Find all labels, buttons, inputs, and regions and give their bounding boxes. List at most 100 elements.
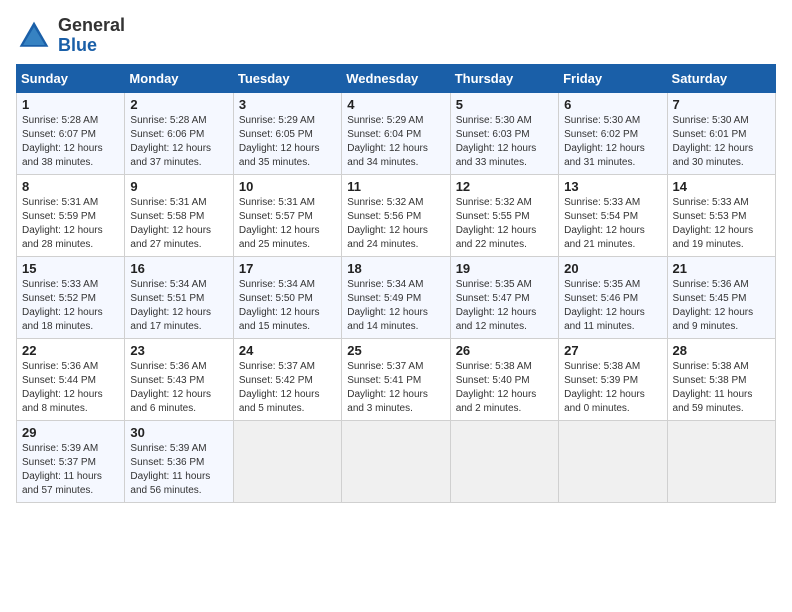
- calendar-cell: 21 Sunrise: 5:36 AMSunset: 5:45 PMDayligh…: [667, 256, 775, 338]
- calendar-cell: 16 Sunrise: 5:34 AMSunset: 5:51 PMDayligh…: [125, 256, 233, 338]
- day-info: Sunrise: 5:31 AMSunset: 5:58 PMDaylight:…: [130, 197, 211, 250]
- day-number: 6: [564, 97, 661, 112]
- calendar-cell: [667, 420, 775, 502]
- weekday-header-friday: Friday: [559, 64, 667, 92]
- day-info: Sunrise: 5:37 AMSunset: 5:42 PMDaylight:…: [239, 361, 320, 414]
- calendar-cell: 22 Sunrise: 5:36 AMSunset: 5:44 PMDayligh…: [17, 338, 125, 420]
- day-info: Sunrise: 5:34 AMSunset: 5:49 PMDaylight:…: [347, 279, 428, 332]
- calendar-cell: 23Sunrise: 5:36 AMSunset: 5:43 PMDayligh…: [125, 338, 233, 420]
- day-number: 15: [22, 261, 119, 276]
- calendar-cell: 25 Sunrise: 5:37 AMSunset: 5:41 PMDayligh…: [342, 338, 450, 420]
- calendar-cell: 10 Sunrise: 5:31 AMSunset: 5:57 PMDayligh…: [233, 174, 341, 256]
- day-info: Sunrise: 5:37 AMSunset: 5:41 PMDaylight:…: [347, 361, 428, 414]
- calendar-cell: 24 Sunrise: 5:37 AMSunset: 5:42 PMDayligh…: [233, 338, 341, 420]
- calendar-cell: 29 Sunrise: 5:39 AMSunset: 5:37 PMDayligh…: [17, 420, 125, 502]
- day-number: 4: [347, 97, 444, 112]
- logo-blue: Blue: [58, 36, 125, 56]
- day-number: 19: [456, 261, 553, 276]
- day-number: 16: [130, 261, 227, 276]
- day-number: 17: [239, 261, 336, 276]
- day-info: Sunrise: 5:38 AMSunset: 5:40 PMDaylight:…: [456, 361, 537, 414]
- day-info: Sunrise: 5:38 AMSunset: 5:39 PMDaylight:…: [564, 361, 645, 414]
- day-number: 24: [239, 343, 336, 358]
- calendar-cell: 2 Sunrise: 5:28 AMSunset: 6:06 PMDaylight…: [125, 92, 233, 174]
- day-number: 5: [456, 97, 553, 112]
- day-info: Sunrise: 5:35 AMSunset: 5:46 PMDaylight:…: [564, 279, 645, 332]
- day-info: Sunrise: 5:29 AMSunset: 6:04 PMDaylight:…: [347, 115, 428, 168]
- day-number: 23: [130, 343, 227, 358]
- day-info: Sunrise: 5:33 AMSunset: 5:52 PMDaylight:…: [22, 279, 103, 332]
- day-info: Sunrise: 5:32 AMSunset: 5:56 PMDaylight:…: [347, 197, 428, 250]
- calendar-cell: [342, 420, 450, 502]
- day-number: 21: [673, 261, 770, 276]
- calendar-cell: 6 Sunrise: 5:30 AMSunset: 6:02 PMDaylight…: [559, 92, 667, 174]
- calendar-cell: 15 Sunrise: 5:33 AMSunset: 5:52 PMDayligh…: [17, 256, 125, 338]
- day-info: Sunrise: 5:30 AMSunset: 6:01 PMDaylight:…: [673, 115, 754, 168]
- calendar-cell: 14 Sunrise: 5:33 AMSunset: 5:53 PMDayligh…: [667, 174, 775, 256]
- day-info: Sunrise: 5:29 AMSunset: 6:05 PMDaylight:…: [239, 115, 320, 168]
- day-number: 28: [673, 343, 770, 358]
- day-number: 7: [673, 97, 770, 112]
- day-info: Sunrise: 5:36 AMSunset: 5:44 PMDaylight:…: [22, 361, 103, 414]
- calendar-cell: [233, 420, 341, 502]
- calendar-cell: 28 Sunrise: 5:38 AMSunset: 5:38 PMDayligh…: [667, 338, 775, 420]
- calendar-cell: 8 Sunrise: 5:31 AMSunset: 5:59 PMDaylight…: [17, 174, 125, 256]
- calendar-week-3: 15 Sunrise: 5:33 AMSunset: 5:52 PMDayligh…: [17, 256, 776, 338]
- day-number: 20: [564, 261, 661, 276]
- weekday-header-saturday: Saturday: [667, 64, 775, 92]
- calendar-week-1: 1Sunrise: 5:28 AMSunset: 6:07 PMDaylight…: [17, 92, 776, 174]
- calendar-cell: 20 Sunrise: 5:35 AMSunset: 5:46 PMDayligh…: [559, 256, 667, 338]
- calendar-cell: 17Sunrise: 5:34 AMSunset: 5:50 PMDayligh…: [233, 256, 341, 338]
- calendar-week-5: 29 Sunrise: 5:39 AMSunset: 5:37 PMDayligh…: [17, 420, 776, 502]
- calendar-cell: 9 Sunrise: 5:31 AMSunset: 5:58 PMDaylight…: [125, 174, 233, 256]
- day-info: Sunrise: 5:39 AMSunset: 5:37 PMDaylight:…: [22, 443, 102, 496]
- weekday-header-thursday: Thursday: [450, 64, 558, 92]
- calendar-cell: 1Sunrise: 5:28 AMSunset: 6:07 PMDaylight…: [17, 92, 125, 174]
- day-number: 14: [673, 179, 770, 194]
- calendar-cell: 12Sunrise: 5:32 AMSunset: 5:55 PMDayligh…: [450, 174, 558, 256]
- day-number: 25: [347, 343, 444, 358]
- day-number: 8: [22, 179, 119, 194]
- calendar-cell: 7 Sunrise: 5:30 AMSunset: 6:01 PMDaylight…: [667, 92, 775, 174]
- day-info: Sunrise: 5:28 AMSunset: 6:06 PMDaylight:…: [130, 115, 211, 168]
- weekday-header-sunday: Sunday: [17, 64, 125, 92]
- day-number: 12: [456, 179, 553, 194]
- weekday-header-tuesday: Tuesday: [233, 64, 341, 92]
- calendar-cell: [559, 420, 667, 502]
- logo-icon: [16, 18, 52, 54]
- logo-text: General Blue: [58, 16, 125, 56]
- calendar-cell: 26Sunrise: 5:38 AMSunset: 5:40 PMDayligh…: [450, 338, 558, 420]
- day-number: 10: [239, 179, 336, 194]
- day-number: 2: [130, 97, 227, 112]
- calendar-cell: 4 Sunrise: 5:29 AMSunset: 6:04 PMDaylight…: [342, 92, 450, 174]
- calendar-cell: 18 Sunrise: 5:34 AMSunset: 5:49 PMDayligh…: [342, 256, 450, 338]
- day-number: 27: [564, 343, 661, 358]
- day-info: Sunrise: 5:38 AMSunset: 5:38 PMDaylight:…: [673, 361, 753, 414]
- calendar-cell: 27 Sunrise: 5:38 AMSunset: 5:39 PMDayligh…: [559, 338, 667, 420]
- calendar-cell: 3Sunrise: 5:29 AMSunset: 6:05 PMDaylight…: [233, 92, 341, 174]
- day-number: 18: [347, 261, 444, 276]
- day-info: Sunrise: 5:30 AMSunset: 6:03 PMDaylight:…: [456, 115, 537, 168]
- calendar-cell: [450, 420, 558, 502]
- day-info: Sunrise: 5:30 AMSunset: 6:02 PMDaylight:…: [564, 115, 645, 168]
- day-number: 29: [22, 425, 119, 440]
- day-info: Sunrise: 5:35 AMSunset: 5:47 PMDaylight:…: [456, 279, 537, 332]
- weekday-header-wednesday: Wednesday: [342, 64, 450, 92]
- day-number: 9: [130, 179, 227, 194]
- calendar-cell: 19 Sunrise: 5:35 AMSunset: 5:47 PMDayligh…: [450, 256, 558, 338]
- day-number: 22: [22, 343, 119, 358]
- day-info: Sunrise: 5:28 AMSunset: 6:07 PMDaylight:…: [22, 115, 103, 168]
- day-info: Sunrise: 5:33 AMSunset: 5:54 PMDaylight:…: [564, 197, 645, 250]
- weekday-header-row: SundayMondayTuesdayWednesdayThursdayFrid…: [17, 64, 776, 92]
- day-info: Sunrise: 5:33 AMSunset: 5:53 PMDaylight:…: [673, 197, 754, 250]
- day-number: 30: [130, 425, 227, 440]
- day-info: Sunrise: 5:31 AMSunset: 5:59 PMDaylight:…: [22, 197, 103, 250]
- day-info: Sunrise: 5:36 AMSunset: 5:45 PMDaylight:…: [673, 279, 754, 332]
- day-info: Sunrise: 5:34 AMSunset: 5:51 PMDaylight:…: [130, 279, 211, 332]
- calendar-week-4: 22 Sunrise: 5:36 AMSunset: 5:44 PMDayligh…: [17, 338, 776, 420]
- day-info: Sunrise: 5:31 AMSunset: 5:57 PMDaylight:…: [239, 197, 320, 250]
- logo: General Blue: [16, 16, 125, 56]
- calendar-cell: 13 Sunrise: 5:33 AMSunset: 5:54 PMDayligh…: [559, 174, 667, 256]
- day-number: 13: [564, 179, 661, 194]
- day-number: 11: [347, 179, 444, 194]
